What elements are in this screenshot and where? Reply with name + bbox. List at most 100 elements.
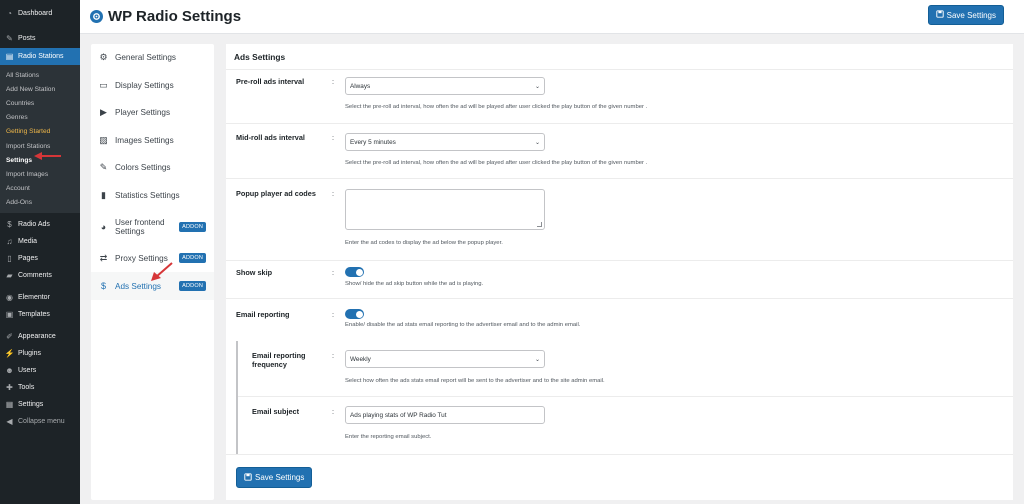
sidebar-item-radio-stations[interactable]: ▤ Radio Stations [0, 48, 80, 65]
sidebar-item-users[interactable]: ☻ Users [0, 362, 80, 379]
nav-display-settings[interactable]: ▭ Display Settings [91, 71, 214, 99]
divider [226, 298, 1013, 299]
nav-user-frontend-settings[interactable]: ◕ User frontend Settings ADDON [91, 209, 214, 244]
input-value: Ads playing stats of WP Radio Tut [350, 411, 447, 419]
submenu-countries[interactable]: Countries [0, 96, 80, 110]
nav-label: Colors Settings [115, 163, 171, 172]
plugin-icon: ⚡ [4, 348, 15, 358]
nested-settings-indicator [236, 341, 238, 454]
select-value: Always [350, 82, 371, 90]
sidebar-item-tools[interactable]: ✚ Tools [0, 379, 80, 396]
sidebar-item-label: Elementor [18, 293, 50, 301]
user-circle-icon: ◕ [100, 221, 107, 232]
red-arrow-icon [151, 262, 173, 281]
email-subject-description: Enter the reporting email subject. [345, 434, 432, 440]
email-reporting-toggle[interactable] [345, 309, 364, 319]
sidebar-item-posts[interactable]: ✎ Posts [0, 30, 80, 47]
nav-label: Statistics Settings [115, 190, 180, 200]
sidebar-item-plugins[interactable]: ⚡ Plugins [0, 345, 80, 362]
select-value: Weekly [350, 355, 371, 363]
colon: : [332, 133, 335, 142]
show-skip-toggle[interactable] [345, 267, 364, 277]
sidebar-item-radio-ads[interactable]: $ Radio Ads [0, 216, 80, 233]
colon: : [332, 268, 335, 277]
chevron-down-icon: ⌄ [534, 356, 540, 363]
gear-icon: ⚙ [99, 52, 108, 62]
nav-statistics-settings[interactable]: ▮ Statistics Settings [91, 181, 214, 209]
radio-icon: ▤ [5, 52, 14, 61]
colon: : [332, 310, 335, 319]
sidebar-item-label: Media [18, 237, 38, 245]
email-subject-input[interactable]: Ads playing stats of WP Radio Tut [345, 406, 545, 424]
submenu-genres[interactable]: Genres [0, 111, 80, 125]
submenu-getting-started[interactable]: Getting Started [0, 125, 80, 139]
sidebar-item-appearance[interactable]: ✐ Appearance [0, 328, 80, 345]
dollar-icon: $ [100, 281, 106, 291]
settings-icon: ▦ [5, 399, 14, 409]
submenu-all-stations[interactable]: All Stations [0, 68, 80, 82]
sidebar-item-label: Templates [18, 310, 50, 318]
sidebar-item-label: Radio Stations [18, 53, 64, 60]
nav-colors-settings[interactable]: ✎ Colors Settings [91, 154, 214, 181]
email-frequency-select[interactable]: Weekly ⌄ [345, 350, 545, 368]
wrench-icon: ✚ [6, 382, 13, 392]
sidebar-item-elementor[interactable]: ◉ Elementor [0, 289, 80, 306]
save-settings-button-top[interactable]: Save Settings [927, 5, 1004, 25]
pin-icon: ✎ [6, 34, 13, 43]
templates-icon: ▣ [5, 309, 14, 319]
addon-badge: ADDON [179, 221, 206, 232]
resize-handle-icon[interactable] [537, 222, 542, 227]
addon-badge: ADDON [179, 253, 206, 263]
elementor-icon: ◉ [6, 292, 13, 302]
preroll-description: Select the pre-roll ad interval, how oft… [345, 104, 648, 110]
divider [226, 178, 1013, 179]
sidebar-item-label: Pages [18, 254, 38, 262]
midroll-interval-select[interactable]: Every 5 minutes ⌄ [345, 133, 545, 151]
image-icon: ▨ [99, 134, 108, 145]
save-label: Save Settings [946, 10, 996, 20]
sidebar-item-label: Users [18, 366, 37, 374]
popup-ad-codes-textarea[interactable] [345, 189, 545, 230]
preroll-interval-select[interactable]: Always ⌄ [345, 77, 545, 95]
sidebar-item-media[interactable]: ♫ Media [0, 233, 80, 250]
nav-label: Ads Settings [115, 281, 161, 291]
sidebar-item-pages[interactable]: ▯ Pages [0, 250, 80, 267]
ads-settings-panel: Ads Settings Pre-roll ads interval : Alw… [226, 44, 1013, 500]
submenu-add-ons[interactable]: Add-Ons [0, 196, 80, 210]
sidebar-item-collapse-menu[interactable]: ◀ Collapse menu [0, 413, 80, 430]
brush-icon: ✐ [6, 331, 13, 341]
sidebar-item-settings[interactable]: ▦ Settings [0, 396, 80, 413]
save-settings-button-bottom[interactable]: Save Settings [236, 467, 313, 488]
sidebar-item-dashboard[interactable]: ◔ Dashboard [0, 4, 80, 22]
submenu-account[interactable]: Account [0, 182, 80, 196]
sidebar-item-templates[interactable]: ▣ Templates [0, 306, 80, 323]
nav-player-settings[interactable]: ▶ Player Settings [91, 99, 214, 126]
popup-ad-codes-label: Popup player ad codes [236, 189, 316, 198]
toggle-knob [355, 310, 363, 318]
save-icon [935, 10, 944, 20]
comments-icon: ▰ [6, 270, 13, 280]
nav-images-settings[interactable]: ▨ Images Settings [91, 126, 214, 154]
play-icon: ▶ [100, 107, 107, 117]
select-value: Every 5 minutes [350, 138, 396, 146]
submenu-import-images[interactable]: Import Images [0, 167, 80, 181]
dashboard-icon: ◔ [7, 8, 12, 18]
red-arrow-icon [34, 152, 61, 160]
divider [226, 69, 1013, 70]
display-icon: ▭ [99, 79, 108, 90]
section-title: Ads Settings [234, 52, 286, 62]
sidebar-item-label: Tools [18, 383, 35, 391]
sidebar-item-comments[interactable]: ▰ Comments [0, 267, 80, 284]
label-line: Email reporting [252, 351, 306, 360]
nav-label: General Settings [115, 53, 176, 62]
nav-general-settings[interactable]: ⚙ General Settings [91, 44, 214, 71]
nav-label: Display Settings [115, 80, 174, 90]
divider [226, 123, 1013, 124]
save-icon [244, 472, 252, 483]
sidebar-item-label: Dashboard [18, 9, 53, 17]
submenu-add-new-station[interactable]: Add New Station [0, 82, 80, 96]
show-skip-label: Show skip [236, 268, 273, 277]
email-reporting-description: Enable/ disable the ad stats email repor… [345, 322, 581, 328]
nav-label: Images Settings [115, 135, 174, 145]
sidebar-item-label: Posts [18, 35, 36, 42]
